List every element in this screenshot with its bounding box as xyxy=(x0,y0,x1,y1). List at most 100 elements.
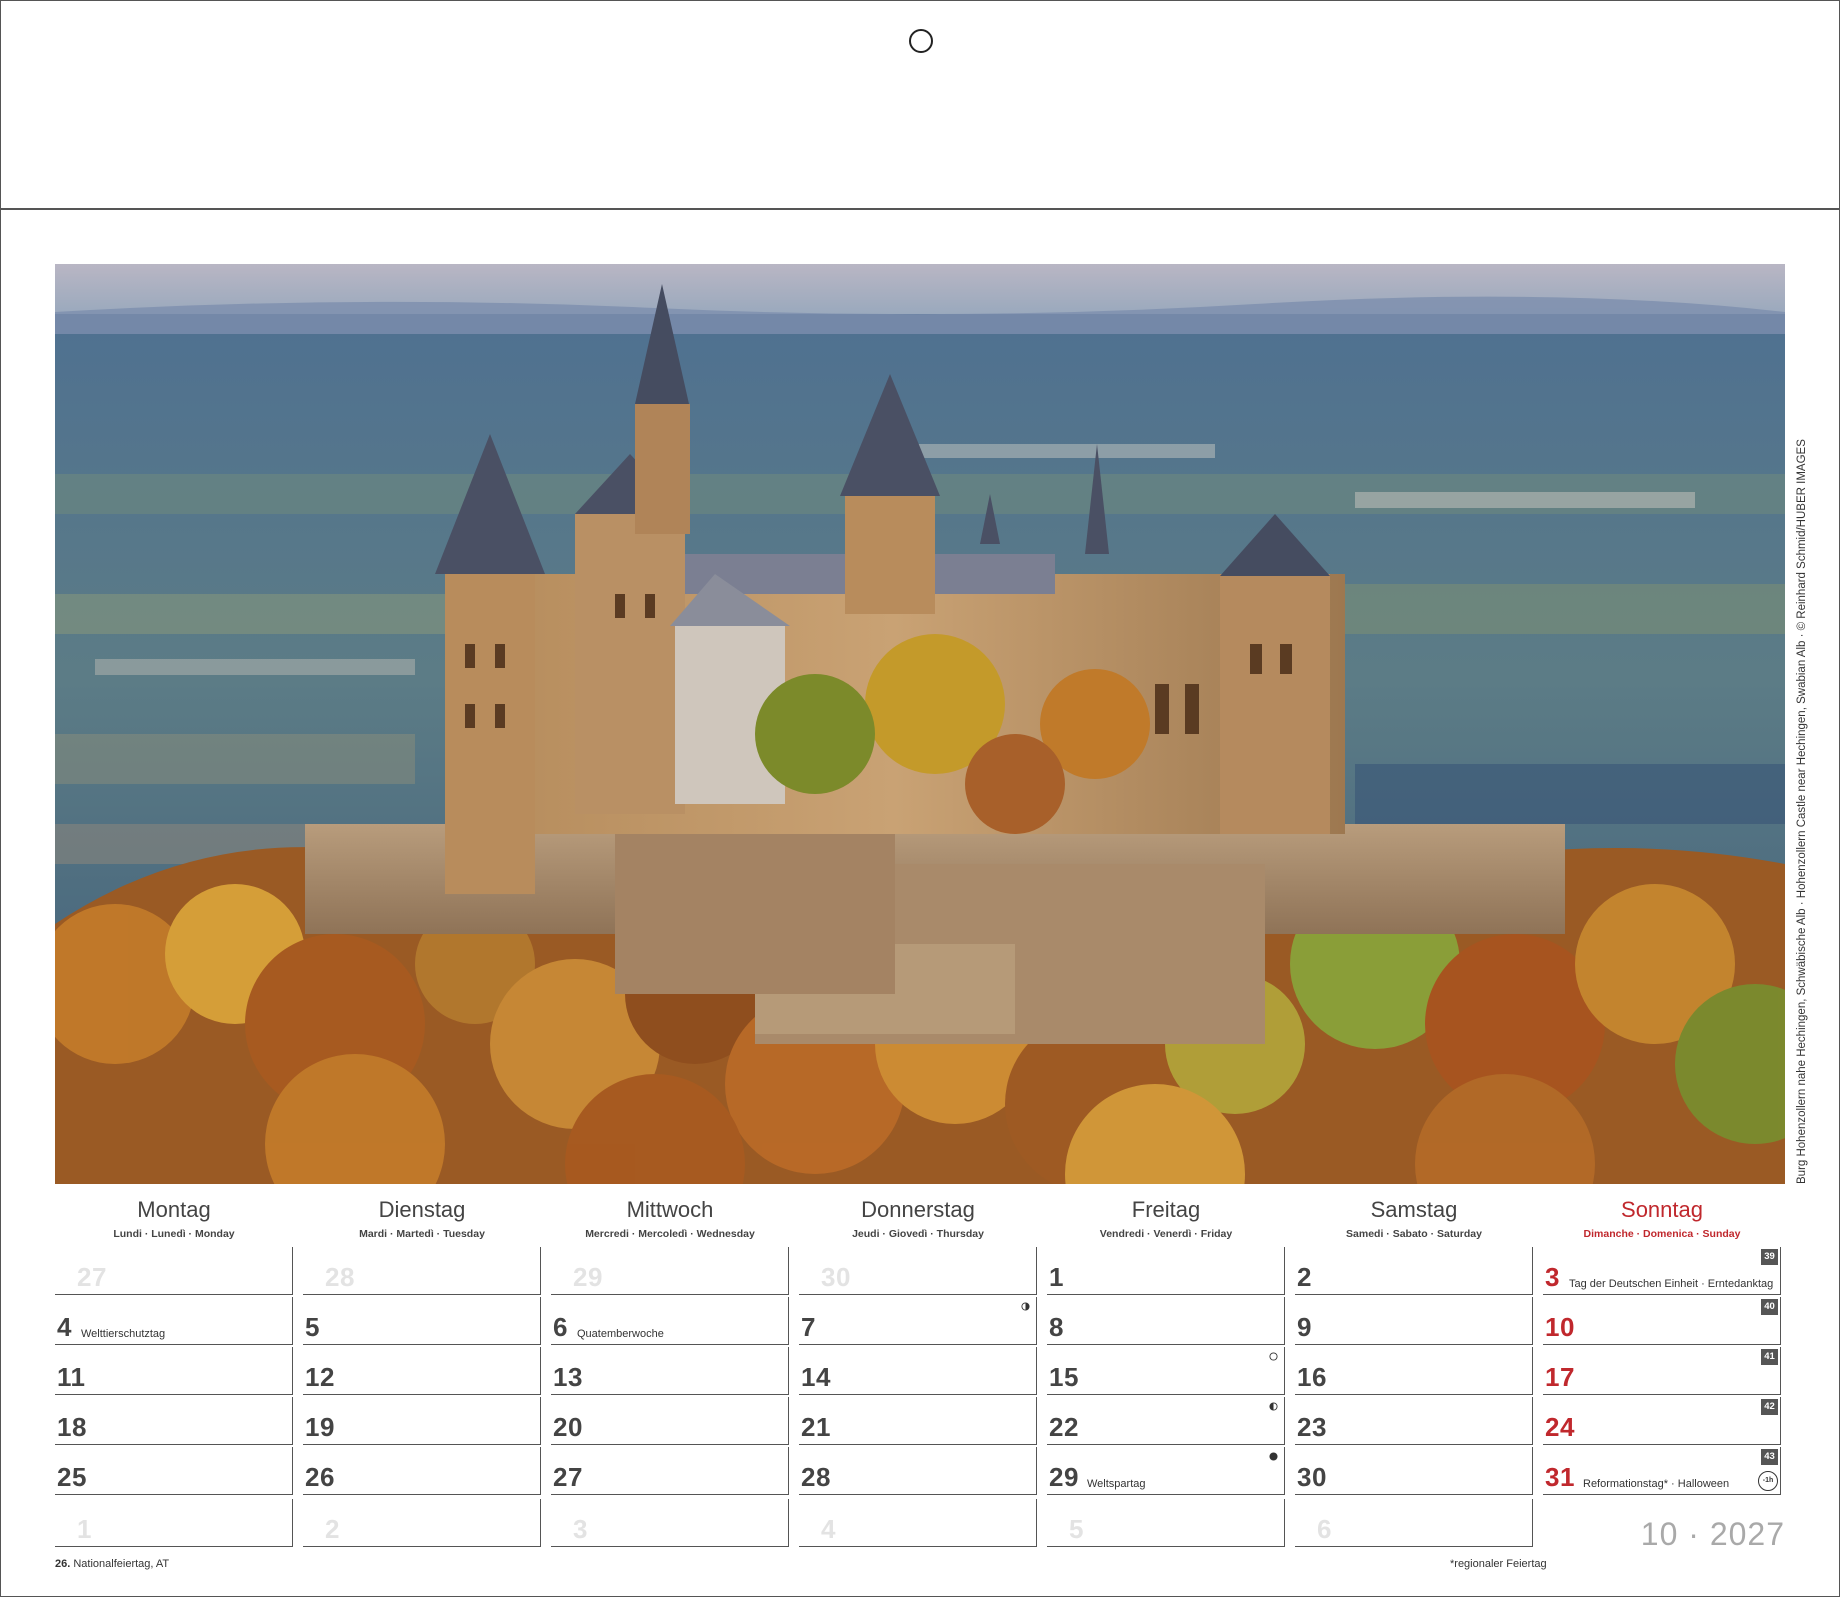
day-number: 26 xyxy=(305,1462,335,1492)
day-number: 2 xyxy=(325,1514,340,1544)
moon-phase-last-icon xyxy=(1269,1402,1278,1411)
day-cell: 8 xyxy=(1047,1297,1285,1345)
day-note: Tag der Deutschen Einheit · Erntedanktag xyxy=(1569,1278,1774,1290)
day-cell: 18 xyxy=(55,1397,293,1445)
clock-change-icon: -1h xyxy=(1758,1471,1778,1491)
day-number: 18 xyxy=(57,1412,87,1442)
day-number: 5 xyxy=(1069,1514,1084,1544)
weekday-translations: Mercredi · Mercoledì · Wednesday xyxy=(585,1228,755,1240)
weekday-header-0: Montag Lundi · Lunedì · Monday xyxy=(55,1196,293,1242)
weekday-translations: Vendredi · Venerdì · Friday xyxy=(1099,1228,1233,1240)
weekday-name: Samstag xyxy=(1370,1197,1458,1222)
day-cell: 15 xyxy=(1047,1347,1285,1395)
day-cell: 5 xyxy=(1047,1499,1285,1547)
day-cell: 4 Welttierschutztag xyxy=(55,1297,293,1345)
day-number: 2 xyxy=(1297,1262,1312,1292)
moon-phase-first-icon xyxy=(1021,1302,1030,1311)
calendar-week-badge: 43 xyxy=(1761,1449,1778,1465)
day-cell: 2 xyxy=(303,1499,541,1547)
weekday-name: Montag xyxy=(137,1197,211,1222)
calendar-week-badge: 39 xyxy=(1761,1249,1778,1265)
castle-photo-illustration xyxy=(55,264,1785,1184)
day-number: 6 xyxy=(1317,1514,1332,1544)
moon-phase-full-icon xyxy=(1269,1352,1278,1361)
weekday-name: Dienstag xyxy=(378,1197,466,1222)
day-number: 29 xyxy=(1049,1462,1079,1492)
day-number: 28 xyxy=(325,1262,355,1292)
day-cell: 13 xyxy=(551,1347,789,1395)
footer-holiday-note: 26. Nationalfeiertag, AT xyxy=(55,1558,169,1570)
day-cell: 2 xyxy=(1295,1247,1533,1295)
day-number: 1 xyxy=(77,1514,92,1544)
day-cell: 19 xyxy=(303,1397,541,1445)
hanging-hole-icon xyxy=(909,29,933,53)
day-cell: 24 42 xyxy=(1543,1397,1781,1445)
day-cell: 27 xyxy=(55,1247,293,1295)
weekday-translations: Dimanche · Domenica · Sunday xyxy=(1583,1228,1741,1240)
weekday-header-1: Dienstag Mardi · Martedì · Tuesday xyxy=(303,1196,541,1242)
clock-change-label: -1h xyxy=(1762,1477,1774,1484)
day-cell: 20 xyxy=(551,1397,789,1445)
weekday-header-2: Mittwoch Mercredi · Mercoledì · Wednesday xyxy=(551,1196,789,1242)
day-cell: 29 xyxy=(551,1247,789,1295)
day-number: 14 xyxy=(801,1362,831,1392)
day-number: 31 xyxy=(1545,1462,1575,1492)
weekday-translations: Jeudi · Giovedì · Thursday xyxy=(852,1228,984,1240)
day-cell: 22 xyxy=(1047,1397,1285,1445)
calendar-hanger-strip xyxy=(0,0,1840,210)
day-number: 8 xyxy=(1049,1312,1064,1342)
weekday-translations: Lundi · Lunedì · Monday xyxy=(113,1228,235,1240)
day-cell: 7 xyxy=(799,1297,1037,1345)
day-number: 4 xyxy=(57,1312,72,1342)
footer-holiday-date: 26. xyxy=(55,1558,71,1570)
day-cell: 14 xyxy=(799,1347,1037,1395)
day-cell: 21 xyxy=(799,1397,1037,1445)
day-cell: 1 xyxy=(1047,1247,1285,1295)
day-cell: 16 xyxy=(1295,1347,1533,1395)
day-number: 27 xyxy=(77,1262,107,1292)
day-number: 20 xyxy=(553,1412,583,1442)
day-cell: 23 xyxy=(1295,1397,1533,1445)
day-cell: 1 xyxy=(55,1499,293,1547)
day-number: 13 xyxy=(553,1362,583,1392)
day-cell: 29 Weltspartag xyxy=(1047,1447,1285,1495)
day-note: Reformationstag* · Halloween xyxy=(1583,1478,1730,1490)
calendar-week-badge: 42 xyxy=(1761,1399,1778,1415)
day-cell: 17 41 xyxy=(1543,1347,1781,1395)
day-cell: 31 Reformationstag* · Halloween 43 -1h xyxy=(1543,1447,1781,1495)
moon-phase-new-icon xyxy=(1269,1452,1278,1461)
day-cell: 30 xyxy=(1295,1447,1533,1495)
day-cell: 11 xyxy=(55,1347,293,1395)
day-cell: 3 xyxy=(551,1499,789,1547)
photo-credit: Burg Hohenzollern nahe Hechingen, Schwäb… xyxy=(1796,439,1808,1184)
day-number: 4 xyxy=(821,1514,836,1544)
day-number: 22 xyxy=(1049,1412,1079,1442)
day-note: Welttierschutztag xyxy=(81,1328,166,1340)
day-number: 10 xyxy=(1545,1312,1575,1342)
day-cell: 28 xyxy=(799,1447,1037,1495)
day-number: 16 xyxy=(1297,1362,1327,1392)
day-number: 29 xyxy=(573,1262,603,1292)
day-number: 12 xyxy=(305,1362,335,1392)
weekday-header-5: Samstag Samedi · Sabato · Saturday xyxy=(1295,1196,1533,1242)
day-cell: 6 xyxy=(1295,1499,1533,1547)
day-cell: 26 xyxy=(303,1447,541,1495)
weekday-name: Sonntag xyxy=(1621,1197,1703,1222)
day-number: 27 xyxy=(553,1462,583,1492)
calendar-week-badge: 40 xyxy=(1761,1299,1778,1315)
weekday-translations: Samedi · Sabato · Saturday xyxy=(1346,1228,1482,1240)
day-number: 19 xyxy=(305,1412,335,1442)
day-number: 24 xyxy=(1545,1412,1575,1442)
day-cell: 6 Quatemberwoche xyxy=(551,1297,789,1345)
footer-regional-note: *regionaler Feiertag xyxy=(1450,1558,1547,1570)
castle-photo xyxy=(55,264,1785,1184)
day-cell: 28 xyxy=(303,1247,541,1295)
day-number: 21 xyxy=(801,1412,831,1442)
day-cell: 9 xyxy=(1295,1297,1533,1345)
day-number: 5 xyxy=(305,1312,320,1342)
weekday-header-3: Donnerstag Jeudi · Giovedì · Thursday xyxy=(799,1196,1037,1242)
day-number: 30 xyxy=(1297,1462,1327,1492)
weekday-header-6: Sonntag Dimanche · Domenica · Sunday xyxy=(1543,1196,1781,1242)
day-number: 11 xyxy=(57,1362,86,1392)
day-number: 23 xyxy=(1297,1412,1327,1442)
